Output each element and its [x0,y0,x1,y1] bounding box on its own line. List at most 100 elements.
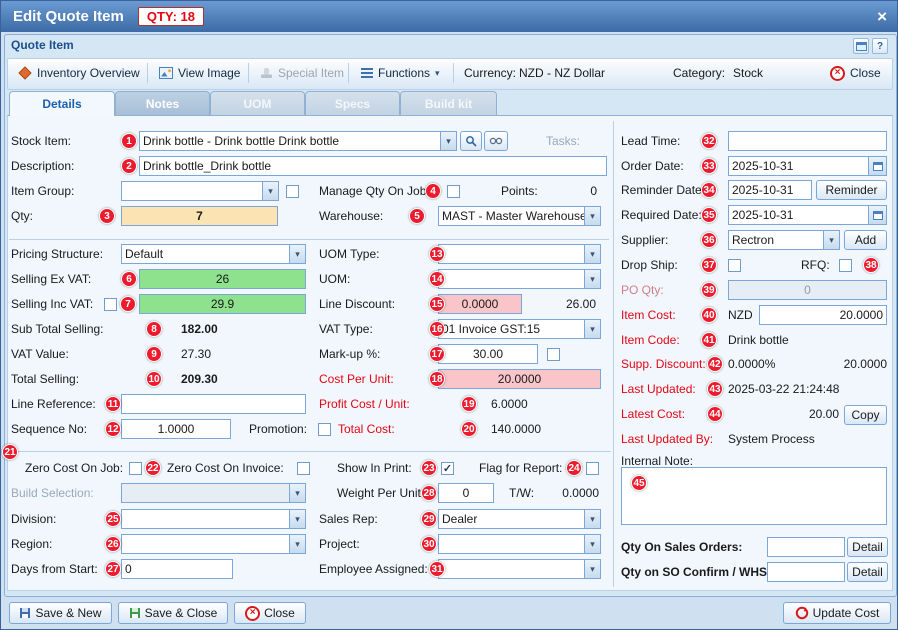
chevron-down-icon[interactable]: ▾ [584,510,600,528]
selling-ex-vat-input[interactable] [139,269,306,289]
manage-qty-checkbox[interactable] [447,185,460,198]
save-and-new-button[interactable]: Save & New [9,602,112,624]
selling-inc-vat-checkbox[interactable] [104,298,117,311]
chevron-down-icon[interactable]: ▾ [823,231,839,249]
chevron-down-icon[interactable]: ▾ [289,510,305,528]
item-group-combobox[interactable]: ▾ [121,181,279,201]
functions-button[interactable]: Functions ▾ [356,62,445,84]
toolbar-close-button[interactable]: × Close [825,62,886,84]
qty-so-confirm-input[interactable] [767,562,845,582]
reminder-button[interactable]: Reminder [816,180,887,200]
qty-so-confirm-detail-button[interactable]: Detail [847,562,888,582]
save-and-close-button[interactable]: Save & Close [118,602,228,624]
pricing-structure-combobox[interactable]: Default ▾ [121,244,306,264]
sales-rep-label: Sales Rep: [319,512,378,526]
inventory-overview-button[interactable]: Inventory Overview [13,62,145,84]
calendar-icon[interactable] [868,157,886,175]
lead-time-input[interactable] [728,131,887,151]
line-discount-input[interactable] [438,294,522,314]
selling-inc-vat-input[interactable] [139,294,306,314]
supplier-add-button[interactable]: Add [844,230,887,250]
employee-assigned-combobox[interactable]: ▾ [438,559,601,579]
item-group-checkbox[interactable] [286,185,299,198]
annotation-badge-14: 14 [429,271,445,287]
stock-item-combobox[interactable]: Drink bottle - Drink bottle Drink bottle… [139,131,457,151]
sales-rep-combobox[interactable]: Dealer ▾ [438,509,601,529]
toolbar-divider [453,63,454,83]
qty-sales-orders-input[interactable] [767,537,845,557]
vat-type-combobox[interactable]: 01 Invoice GST:15 ▾ [438,319,601,339]
update-cost-button[interactable]: Update Cost [783,602,891,624]
tab-notes[interactable]: Notes [115,91,210,116]
days-from-start-input[interactable] [121,559,233,579]
item-cost-input[interactable] [759,305,887,325]
chevron-down-icon[interactable]: ▾ [584,535,600,553]
line-reference-input[interactable] [121,394,306,414]
tab-build-kit[interactable]: Build kit [400,91,497,116]
zero-cost-job-checkbox[interactable] [129,462,142,475]
uom-type-value [439,245,584,263]
annotation-badge-15: 15 [429,296,445,312]
chevron-down-icon[interactable]: ▾ [262,182,278,200]
show-in-print-checkbox[interactable]: ✓ [441,462,454,475]
chevron-down-icon[interactable]: ▾ [584,560,600,578]
tab-uom[interactable]: UOM [210,91,305,116]
qty-sales-orders-detail-button[interactable]: Detail [847,537,888,557]
weight-per-unit-input[interactable] [438,483,494,503]
chevron-down-icon[interactable]: ▾ [584,245,600,263]
division-combobox[interactable]: ▾ [121,509,306,529]
drop-ship-checkbox[interactable] [728,259,741,272]
annotation-badge-38: 38 [863,257,879,273]
annotation-badge-21: 21 [2,444,18,460]
region-combobox[interactable]: ▾ [121,534,306,554]
zero-cost-invoice-checkbox[interactable] [297,462,310,475]
description-input[interactable] [139,156,607,176]
sequence-no-input[interactable] [121,419,231,439]
project-combobox[interactable]: ▾ [438,534,601,554]
close-button[interactable]: × Close [234,602,306,624]
stock-lookup-button[interactable] [484,131,508,151]
copy-button[interactable]: Copy [844,405,887,425]
window-title: Edit Quote Item [13,8,124,25]
qty-input[interactable] [121,206,278,226]
required-date-field[interactable]: 2025-10-31 [728,205,887,225]
tab-specs[interactable]: Specs [305,91,400,116]
markup-input[interactable] [438,344,538,364]
tab-details[interactable]: Details [9,91,115,116]
tw-label: T/W: [509,486,534,500]
flag-for-report-checkbox[interactable] [586,462,599,475]
help-icon[interactable]: ? [872,38,888,54]
window-close-icon[interactable]: × [877,8,887,25]
window-options-icon[interactable] [853,38,869,54]
chevron-down-icon[interactable]: ▾ [289,535,305,553]
qty-badge: QTY: 18 [138,7,204,26]
chevron-down-icon[interactable]: ▾ [584,270,600,288]
uom-combobox[interactable]: ▾ [438,269,601,289]
reminder-date-field[interactable]: 2025-10-31 [728,180,812,200]
stock-search-button[interactable] [460,131,482,151]
cost-per-unit-label: Cost Per Unit: [319,372,394,386]
chevron-down-icon[interactable]: ▾ [440,132,456,150]
warehouse-combobox[interactable]: MAST - Master Warehouse ▾ [438,206,601,226]
special-item-button[interactable]: Special Item [255,62,349,84]
chevron-down-icon: ▾ [435,68,440,79]
chevron-down-icon[interactable]: ▾ [289,245,305,263]
cost-per-unit-input[interactable] [438,369,601,389]
qty-sales-orders-label: Qty On Sales Orders: [621,540,742,554]
zero-cost-job-label: Zero Cost On Job: [25,461,123,475]
promotion-checkbox[interactable] [318,423,331,436]
markup-checkbox[interactable] [547,348,560,361]
annotation-badge-31: 31 [429,561,445,577]
uom-type-combobox[interactable]: ▾ [438,244,601,264]
chevron-down-icon[interactable]: ▾ [584,207,600,225]
last-updated-label: Last Updated: [621,382,696,396]
calendar-icon[interactable] [868,206,886,224]
rfq-checkbox[interactable] [839,259,852,272]
order-date-field[interactable]: 2025-10-31 [728,156,887,176]
chevron-down-icon[interactable]: ▾ [584,320,600,338]
view-image-button[interactable]: View Image [154,62,245,84]
internal-note-textarea[interactable] [621,467,887,525]
item-code-label: Item Code: [621,333,680,347]
supplier-combobox[interactable]: Rectron ▾ [728,230,840,250]
sequence-no-label: Sequence No: [11,422,87,436]
